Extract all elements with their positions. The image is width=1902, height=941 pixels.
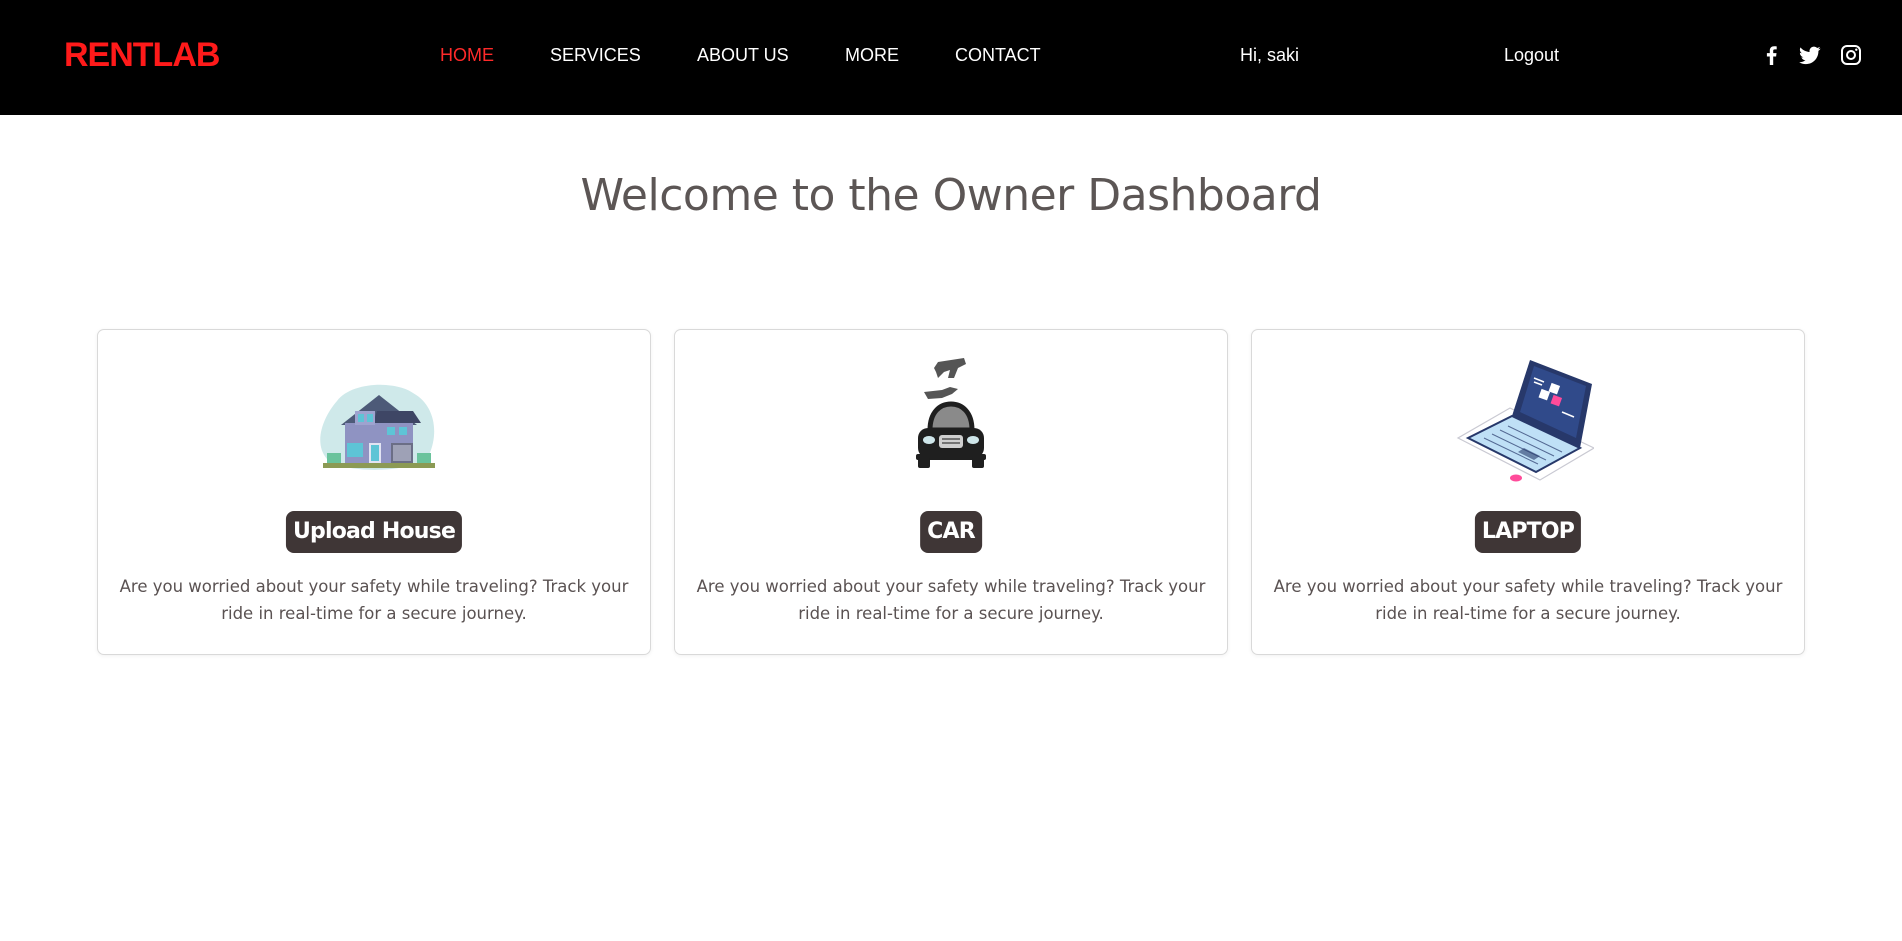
car-key-illustration [675, 330, 1227, 480]
car-description: Are you worried about your safety while … [696, 577, 1206, 623]
page-title: Welcome to the Owner Dashboard [580, 170, 1322, 221]
nav-contact-link[interactable]: CONTACT [955, 45, 1041, 66]
laptop-description: Are you worried about your safety while … [1273, 577, 1783, 623]
car-button[interactable]: CAR [920, 511, 982, 553]
top-navbar: RENTLAB HOME SERVICES ABOUT US MORE CONT… [0, 0, 1902, 115]
car-card: CAR Are you worried about your safety wh… [674, 329, 1228, 655]
upload-house-card: Upload House Are you worried about your … [97, 329, 651, 655]
laptop-illustration [1252, 330, 1804, 482]
facebook-icon[interactable] [1759, 43, 1783, 67]
instagram-icon[interactable] [1839, 43, 1863, 67]
laptop-button[interactable]: LAPTOP [1474, 511, 1582, 553]
nav-home-link[interactable]: HOME [440, 45, 494, 66]
upload-house-button[interactable]: Upload House [285, 511, 463, 553]
logout-link[interactable]: Logout [1504, 45, 1559, 66]
twitter-icon[interactable] [1798, 43, 1822, 67]
nav-more-link[interactable]: MORE [845, 45, 899, 66]
nav-services-link[interactable]: SERVICES [550, 45, 641, 66]
nav-about-us-link[interactable]: ABOUT US [697, 45, 789, 66]
user-greeting: Hi, saki [1240, 45, 1300, 65]
upload-house-description: Are you worried about your safety while … [119, 577, 629, 623]
brand-logo[interactable]: RENTLAB [64, 36, 220, 75]
house-illustration [98, 330, 650, 480]
laptop-card: LAPTOP Are you worried about your safety… [1251, 329, 1805, 655]
